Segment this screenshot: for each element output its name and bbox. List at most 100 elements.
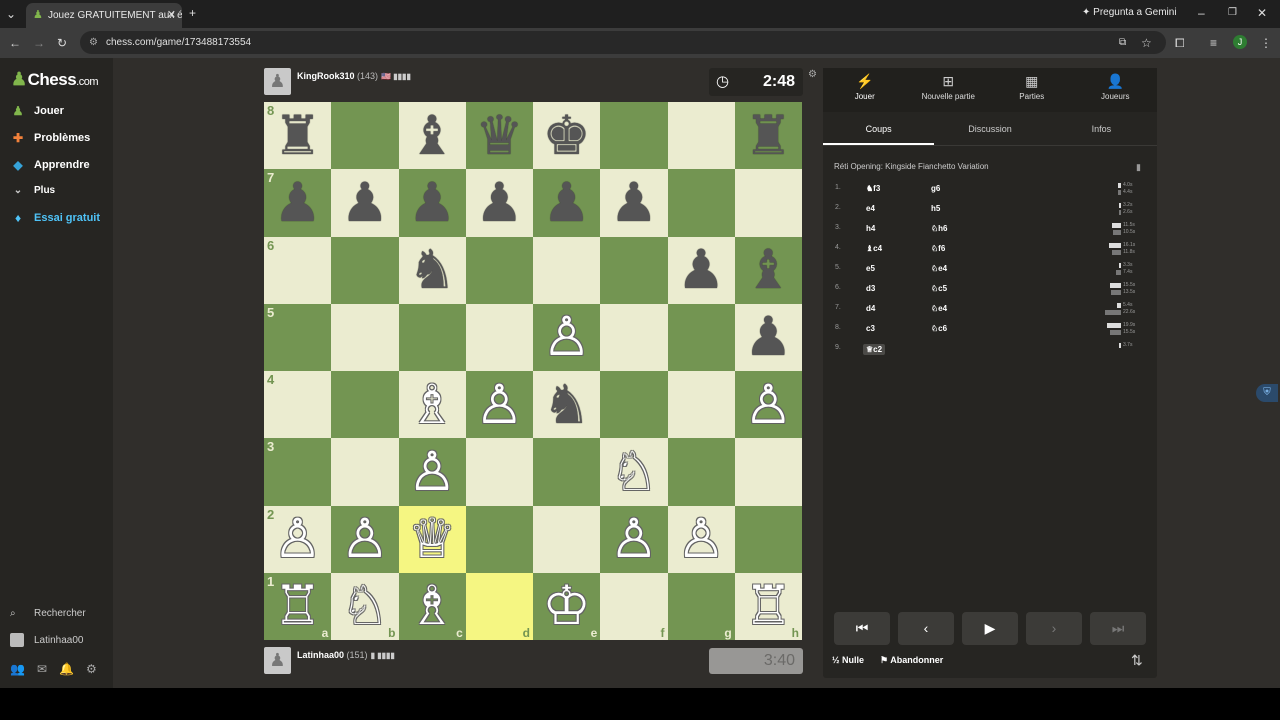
piece-h6[interactable]: ♝	[744, 243, 792, 297]
square-e8[interactable]: ♚	[533, 102, 601, 170]
opening-book-icon[interactable]: ▮	[1136, 162, 1141, 173]
subtab-coups[interactable]: Coups	[823, 112, 935, 145]
square-d3[interactable]	[465, 438, 533, 506]
square-g7[interactable]	[667, 169, 735, 237]
chess-logo[interactable]: ♟Chess.com	[11, 69, 99, 90]
square-e1[interactable]: ♔ e	[533, 572, 601, 640]
square-f4[interactable]	[600, 371, 668, 439]
square-b5[interactable]	[331, 303, 399, 371]
profile-avatar-icon[interactable]: J	[1233, 35, 1247, 49]
piece-e1[interactable]: ♔	[542, 579, 590, 633]
minimize-icon[interactable]: –	[1198, 6, 1205, 20]
square-g8[interactable]	[667, 102, 735, 170]
messages-icon[interactable]: ✉	[37, 662, 47, 676]
piece-c4[interactable]: ♗	[408, 377, 456, 432]
square-g3[interactable]	[667, 438, 735, 506]
square-a7[interactable]: ♟ 7	[264, 169, 332, 237]
sidebar-item-plus[interactable]: ⌄ Plus	[10, 185, 55, 196]
square-c1[interactable]: ♗ c	[398, 572, 466, 640]
black-move[interactable]: ♘f6	[931, 244, 945, 253]
notifications-icon[interactable]: 🔔	[59, 662, 74, 676]
square-b1[interactable]: ♘ b	[331, 572, 399, 640]
square-h7[interactable]	[734, 169, 802, 237]
tab-joueurs[interactable]: 👤 Joueurs	[1074, 68, 1158, 112]
square-h6[interactable]: ♝	[734, 236, 802, 304]
tab-nouvelle-partie[interactable]: ⊞ Nouvelle partie	[907, 68, 991, 112]
flip-board-icon[interactable]: ⇅	[1131, 652, 1143, 669]
piece-c6[interactable]: ♞	[408, 243, 456, 297]
square-a8[interactable]: ♜ 8	[264, 102, 332, 170]
extensions-icon[interactable]: ⧠	[1175, 36, 1185, 50]
square-b7[interactable]: ♟	[331, 169, 399, 237]
sidebar-item-problemes[interactable]: ✚ Problèmes	[10, 131, 90, 145]
forward-icon[interactable]: →	[33, 36, 45, 50]
piece-a7[interactable]: ♟	[273, 175, 321, 230]
square-f3[interactable]: ♘	[600, 438, 668, 506]
square-d7[interactable]: ♟	[465, 169, 533, 237]
piece-e8[interactable]: ♚	[542, 108, 590, 163]
last-move-button[interactable]: ⏭	[1090, 612, 1146, 645]
piece-c3[interactable]: ♙	[408, 444, 456, 499]
piece-e7[interactable]: ♟	[542, 175, 590, 230]
black-move[interactable]: ♘c6	[931, 324, 947, 333]
square-d6[interactable]	[465, 236, 533, 304]
black-move[interactable]: h5	[931, 204, 940, 213]
piece-c8[interactable]: ♝	[408, 108, 456, 163]
square-a5[interactable]: 5	[264, 303, 332, 371]
bottom-player-info[interactable]: Latinhaa00 (151) ▮ ▮▮▮▮	[297, 650, 395, 660]
previous-move-button[interactable]: ‹	[898, 612, 954, 645]
bookmark-star-icon[interactable]: ☆	[1141, 36, 1152, 50]
square-g6[interactable]: ♟	[667, 236, 735, 304]
white-move[interactable]: d3	[866, 284, 875, 293]
close-window-icon[interactable]: ✕	[1257, 6, 1267, 20]
square-b3[interactable]	[331, 438, 399, 506]
square-a1[interactable]: ♖ 1 a	[264, 572, 332, 640]
piece-h4[interactable]: ♙	[744, 377, 792, 432]
sidebar-item-jouer[interactable]: ♟ Jouer	[10, 104, 64, 118]
white-move[interactable]: c3	[866, 324, 875, 333]
square-a3[interactable]: 3	[264, 438, 332, 506]
piece-c7[interactable]: ♟	[408, 175, 456, 230]
square-e2[interactable]	[533, 505, 601, 573]
square-b2[interactable]: ♙	[331, 505, 399, 573]
sidebar-user[interactable]: Latinhaa00	[10, 633, 84, 647]
square-b4[interactable]	[331, 371, 399, 439]
subtab-discussion[interactable]: Discussion	[934, 112, 1045, 145]
translate-extension-icon[interactable]: ⛨	[1256, 384, 1278, 402]
board-settings-icon[interactable]: ⚙	[808, 69, 817, 80]
square-h3[interactable]	[734, 438, 802, 506]
media-icon[interactable]: ≡	[1210, 36, 1217, 50]
square-g2[interactable]: ♙	[667, 505, 735, 573]
black-move[interactable]: ♘e4	[931, 264, 947, 273]
square-c2[interactable]: ♕	[398, 505, 466, 573]
sidebar-item-apprendre[interactable]: ◆ Apprendre	[10, 158, 89, 172]
gemini-button[interactable]: ✦ Pregunta a Gemini	[1082, 7, 1177, 18]
sidebar-search[interactable]: ⌕ Rechercher	[10, 608, 86, 619]
piece-d4[interactable]: ♙	[475, 377, 523, 432]
square-h5[interactable]: ♟	[734, 303, 802, 371]
square-e3[interactable]	[533, 438, 601, 506]
bottom-player-avatar[interactable]: ♟	[264, 647, 291, 674]
piece-g2[interactable]: ♙	[677, 512, 725, 566]
white-move[interactable]: e4	[866, 204, 875, 213]
square-e4[interactable]: ♞	[533, 371, 601, 439]
piece-a2[interactable]: ♙	[273, 512, 321, 566]
square-a2[interactable]: ♙ 2	[264, 505, 332, 573]
piece-a1[interactable]: ♖	[273, 579, 321, 633]
square-c8[interactable]: ♝	[398, 102, 466, 170]
draw-button[interactable]: ½ Nulle	[832, 655, 864, 665]
sidebar-item-essai-gratuit[interactable]: ♦ Essai gratuit	[10, 211, 100, 225]
square-f5[interactable]	[600, 303, 668, 371]
next-move-button[interactable]: ›	[1026, 612, 1082, 645]
browser-tab[interactable]: ♟ Jouez GRATUITEMENT aux échecs ✕	[26, 3, 182, 28]
piece-b1[interactable]: ♘	[341, 579, 389, 633]
square-f2[interactable]: ♙	[600, 505, 668, 573]
white-move[interactable]: e5	[866, 264, 875, 273]
square-c4[interactable]: ♗	[398, 371, 466, 439]
square-h8[interactable]: ♜	[734, 102, 802, 170]
piece-b7[interactable]: ♟	[341, 175, 389, 230]
square-f6[interactable]	[600, 236, 668, 304]
square-a6[interactable]: 6	[264, 236, 332, 304]
square-h1[interactable]: ♖ h	[734, 572, 802, 640]
close-tab-icon[interactable]: ✕	[167, 3, 176, 28]
